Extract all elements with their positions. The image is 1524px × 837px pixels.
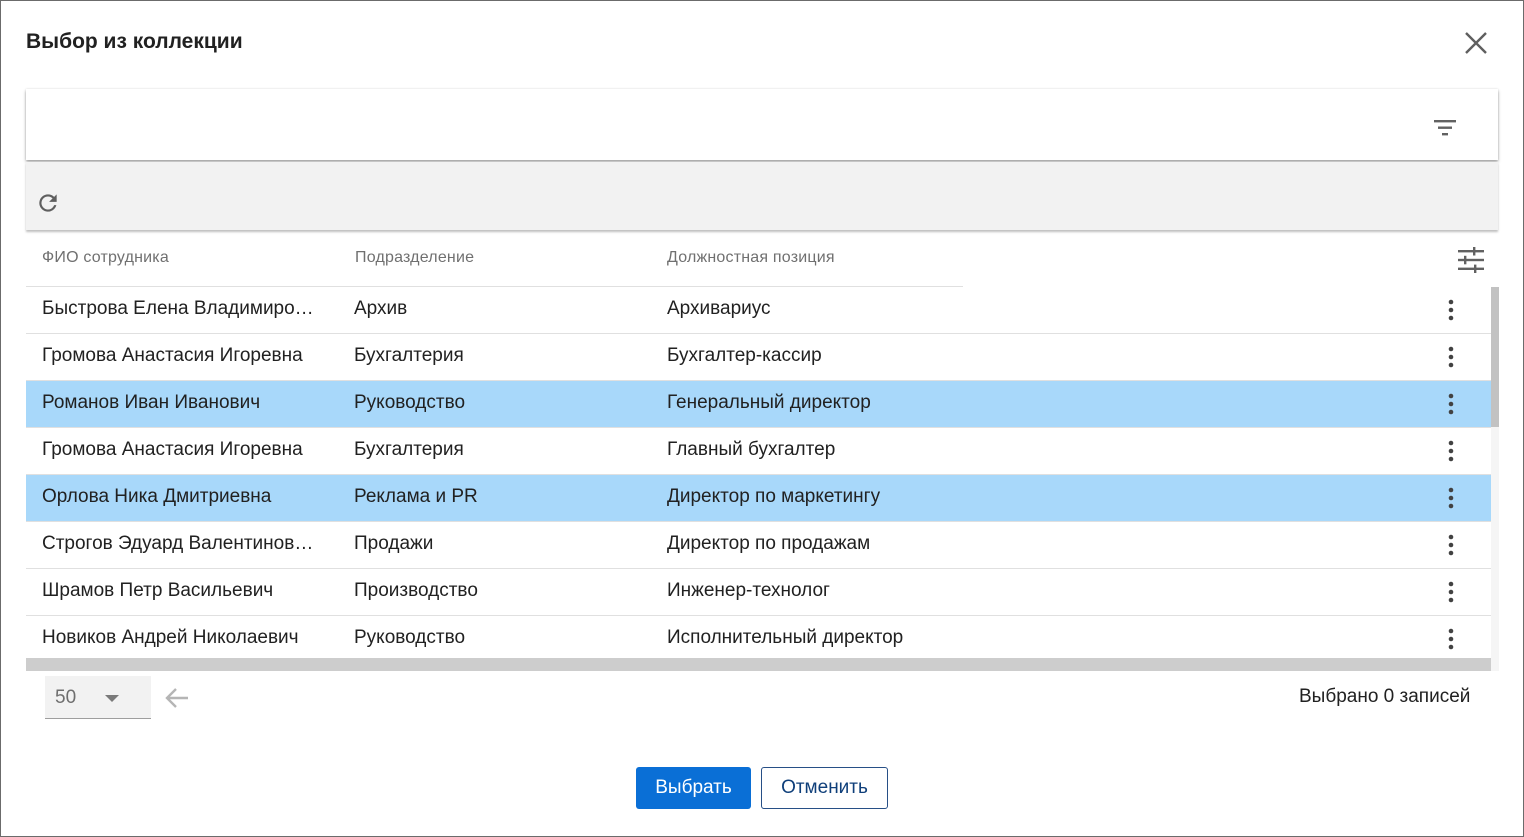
row-menu-button[interactable] (1439, 624, 1463, 654)
cell-position: Директор по маркетингу (667, 486, 881, 507)
more-vert-icon (1448, 299, 1454, 321)
close-button[interactable] (1460, 27, 1492, 59)
grid-toolbar (26, 162, 1498, 230)
vertical-scrollbar-thumb[interactable] (1491, 287, 1499, 427)
table-row-selected[interactable]: Романов Иван Иванович Руководство Генера… (26, 381, 1491, 428)
column-header-position[interactable]: Должностная позиция (667, 249, 835, 267)
row-menu-button[interactable] (1439, 342, 1463, 372)
cell-name: Орлова Ника Дмитриевна (42, 486, 272, 507)
dialog-title: Выбор из коллекции (26, 30, 243, 53)
cell-department: Руководство (354, 627, 466, 648)
cell-name: Громова Анастасия Игоревна (42, 439, 303, 460)
collection-picker-dialog: Выбор из коллекции ФИО сотрудника Подраз… (0, 0, 1524, 837)
cell-position: Директор по продажам (667, 533, 871, 554)
refresh-icon (39, 194, 57, 212)
more-vert-icon (1448, 628, 1454, 650)
cancel-button[interactable]: Отменить (761, 767, 888, 809)
grid-header: ФИО сотрудника Подразделение Должностная… (26, 232, 1491, 286)
cell-position: Генеральный директор (667, 392, 871, 413)
row-menu-button[interactable] (1439, 295, 1463, 325)
filter-icon (1434, 120, 1456, 136)
row-menu-button[interactable] (1439, 389, 1463, 419)
caret-down-icon (105, 695, 119, 702)
cell-department: Бухгалтерия (354, 345, 464, 366)
more-vert-icon (1448, 487, 1454, 509)
table-row[interactable]: Строгов Эдуард Валентинов… Продажи Дирек… (26, 522, 1491, 569)
row-menu-button[interactable] (1439, 577, 1463, 607)
cell-name: Шрамов Петр Васильевич (42, 580, 274, 601)
column-header-department[interactable]: Подразделение (355, 249, 474, 267)
previous-page-button[interactable] (162, 685, 192, 711)
table-row[interactable]: Шрамов Петр Васильевич Производство Инже… (26, 569, 1491, 616)
cell-department: Бухгалтерия (354, 439, 464, 460)
table-row[interactable]: Новиков Андрей Николаевич Руководство Ис… (26, 616, 1491, 658)
horizontal-scrollbar[interactable] (26, 658, 1491, 671)
cell-name: Романов Иван Иванович (42, 392, 261, 413)
more-vert-icon (1448, 534, 1454, 556)
more-vert-icon (1448, 393, 1454, 415)
cell-department: Производство (354, 580, 478, 601)
table-row-selected[interactable]: Орлова Ника Дмитриевна Реклама и PR Дире… (26, 475, 1491, 522)
cell-department: Руководство (354, 392, 466, 413)
cell-name: Новиков Андрей Николаевич (42, 627, 299, 648)
select-button[interactable]: Выбрать (636, 767, 751, 809)
table-row[interactable]: Громова Анастасия Игоревна Бухгалтерия Г… (26, 428, 1491, 475)
cell-position: Инженер-технолог (667, 580, 830, 601)
column-settings-button[interactable] (1454, 243, 1488, 277)
cell-position: Главный бухгалтер (667, 439, 836, 460)
cell-department: Архив (354, 298, 408, 319)
filter-button[interactable] (1430, 113, 1460, 143)
table-row[interactable]: Быстрова Елена Владимиро… Архив Архивари… (26, 287, 1491, 334)
cell-department: Реклама и PR (354, 486, 478, 507)
refresh-button[interactable] (34, 189, 62, 217)
grid-body: Быстрова Елена Владимиро… Архив Архивари… (26, 287, 1491, 658)
cell-position: Исполнительный директор (667, 627, 904, 648)
arrow-left-icon (165, 688, 188, 708)
selected-count-label: Выбрано 0 записей (1299, 686, 1471, 707)
row-menu-button[interactable] (1439, 530, 1463, 560)
cell-position: Бухгалтер-кассир (667, 345, 822, 366)
table-row[interactable]: Громова Анастасия Игоревна Бухгалтерия Б… (26, 334, 1491, 381)
more-vert-icon (1448, 440, 1454, 462)
cell-position: Архивариус (667, 298, 771, 319)
cell-name: Быстрова Елена Владимиро… (42, 298, 314, 319)
page-size-value: 50 (55, 687, 77, 708)
more-vert-icon (1448, 346, 1454, 368)
filter-bar (26, 89, 1498, 160)
cell-name: Громова Анастасия Игоревна (42, 345, 303, 366)
row-menu-button[interactable] (1439, 436, 1463, 466)
page-size-select[interactable]: 50 (45, 676, 151, 719)
close-icon (1465, 32, 1487, 54)
cell-name: Строгов Эдуард Валентинов… (42, 533, 314, 554)
row-menu-button[interactable] (1439, 483, 1463, 513)
column-header-name[interactable]: ФИО сотрудника (42, 249, 169, 267)
tune-icon (1458, 247, 1484, 273)
more-vert-icon (1448, 581, 1454, 603)
cell-department: Продажи (354, 533, 434, 554)
